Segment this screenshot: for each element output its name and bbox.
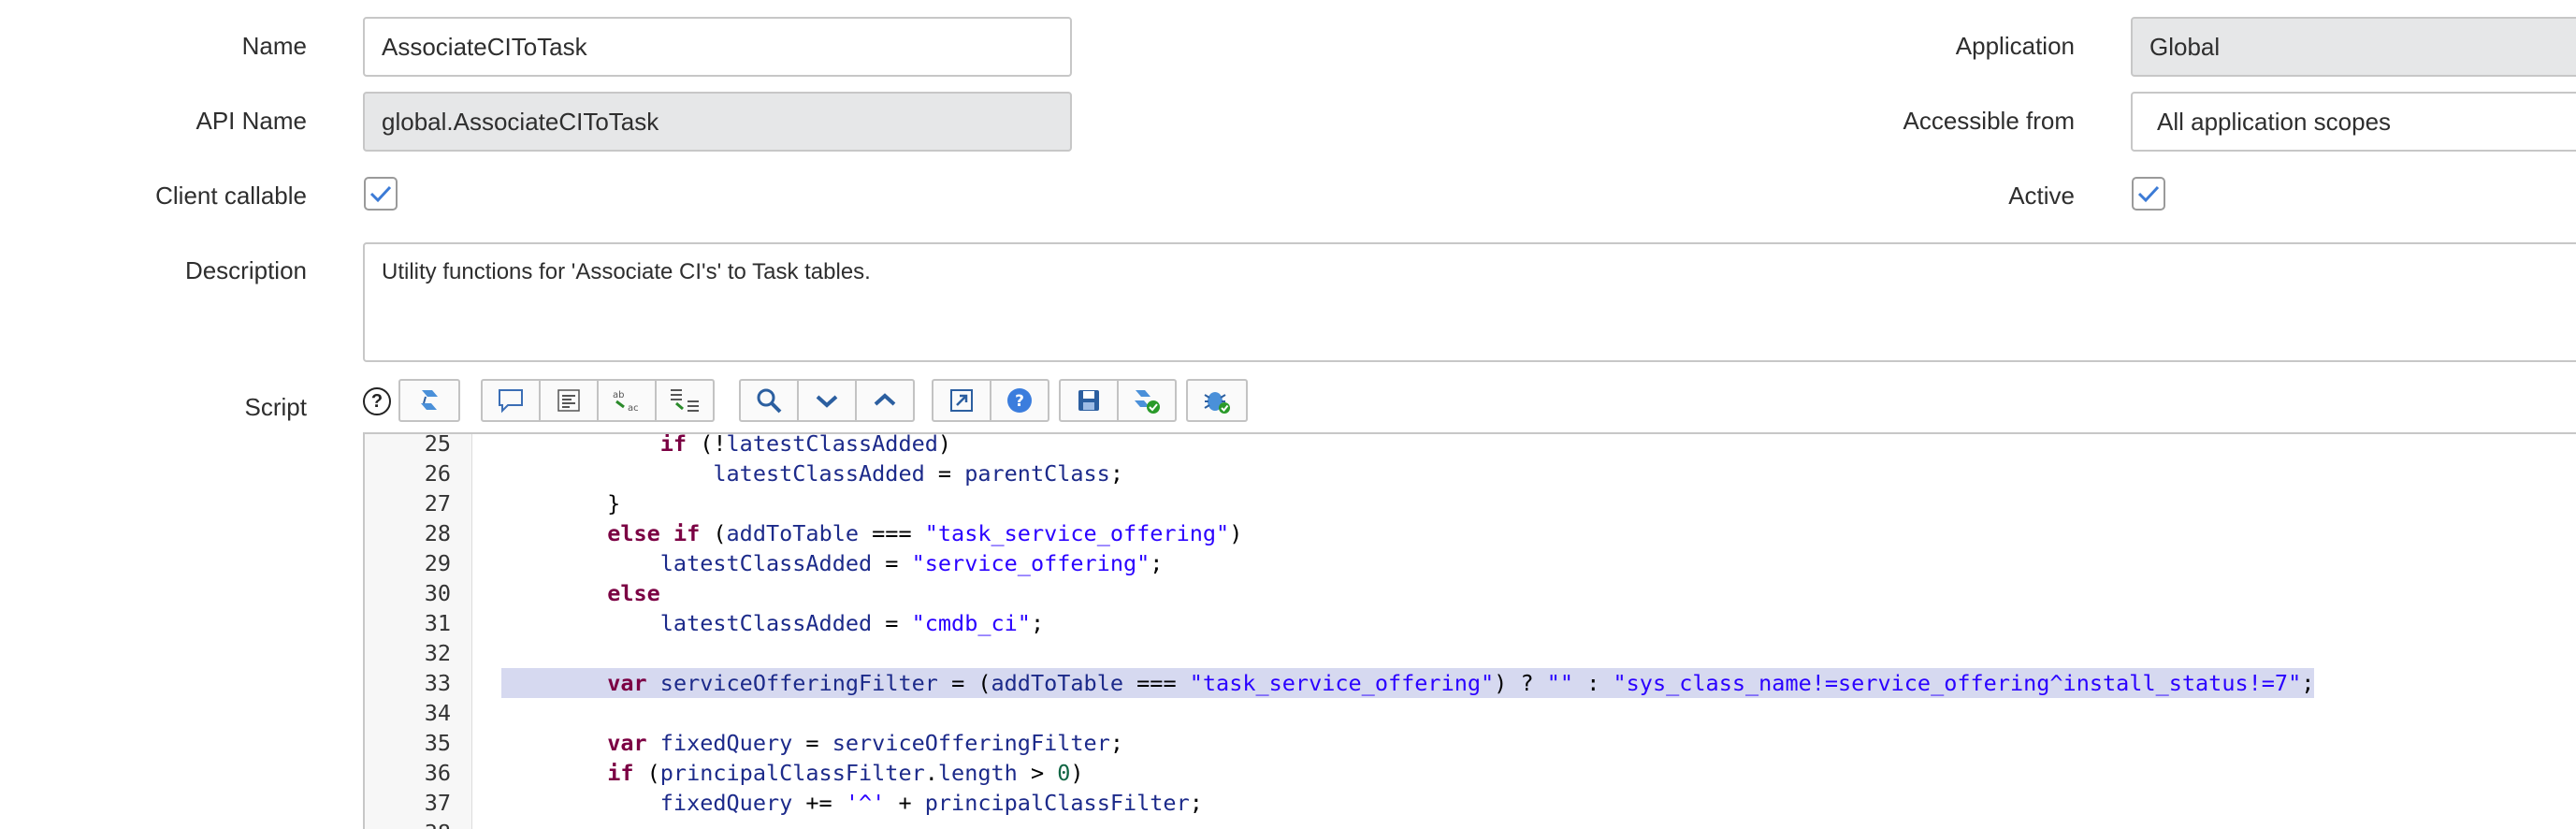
code-line: 29 latestClassAdded = "service_offering"…: [365, 548, 2576, 578]
toggle-syntax-icon: [421, 390, 438, 410]
code-line: 25 if (!latestClassAdded): [365, 432, 2576, 458]
line-number: 33: [424, 670, 451, 696]
accessible-from-label: Accessible from: [1903, 107, 2076, 135]
search-icon: [757, 388, 782, 414]
chevron-down-icon: [816, 395, 838, 408]
save-button[interactable]: [1059, 379, 1119, 422]
line-number: 31: [424, 610, 451, 636]
code-text: latestClassAdded = parentClass;: [713, 460, 1123, 487]
code-line: 26 latestClassAdded = parentClass;: [365, 458, 2576, 488]
search-previous-button[interactable]: [855, 379, 915, 422]
code-text: }: [501, 490, 621, 516]
script-label: Script: [244, 393, 307, 421]
checkmark-icon: [2137, 185, 2160, 203]
code-text: if (!latestClassAdded): [659, 432, 952, 457]
code-lines: 25 if (!latestClassAdded) 26 latestClass…: [365, 432, 2576, 829]
line-number: 36: [424, 760, 451, 786]
code-line: 27 }: [365, 488, 2576, 518]
debug-button[interactable]: [1186, 379, 1248, 422]
line-number: 38: [365, 818, 451, 829]
code-text: fixedQuery += '^' + principalClassFilter…: [659, 790, 1203, 816]
code-line: 38: [365, 818, 2576, 829]
toolbar-group-search: [739, 379, 915, 422]
name-field[interactable]: AssociateCIToTask: [363, 17, 1072, 77]
help-circle-icon: ?: [1007, 388, 1032, 413]
code-text: else if (addToTable === "task_service_of…: [607, 520, 1243, 546]
line-number: 37: [424, 790, 451, 816]
format-button[interactable]: [539, 379, 599, 422]
active-checkbox[interactable]: [2132, 177, 2165, 211]
code-line: 30 else: [365, 578, 2576, 608]
client-callable-label: Client callable: [155, 182, 307, 210]
format-icon: [557, 389, 580, 412]
description-field-value: Utility functions for 'Associate CI's' t…: [382, 259, 871, 284]
code-line: 35 var fixedQuery = serviceOfferingFilte…: [365, 728, 2576, 758]
api-name-field-value: global.AssociateCIToTask: [382, 107, 659, 136]
svg-text:ab: ab: [613, 390, 624, 400]
line-number: 28: [424, 520, 451, 546]
line-number: 30: [424, 580, 451, 606]
svg-text:?: ?: [1015, 392, 1024, 411]
line-number: 25: [424, 432, 451, 457]
name-field-value: AssociateCIToTask: [382, 32, 587, 61]
line-number: 26: [424, 460, 451, 487]
toolbar-group-edit: ab ac: [481, 379, 715, 422]
description-label: Description: [184, 256, 307, 284]
code-text: var fixedQuery = serviceOfferingFilter;: [607, 730, 1124, 756]
replace-button[interactable]: ab ac: [597, 379, 657, 422]
active-label: Active: [2008, 182, 2075, 210]
save-icon: [1078, 390, 1099, 411]
toolbar-group-view: ?: [932, 379, 1049, 422]
name-label: Name: [241, 32, 307, 60]
search-next-button[interactable]: [797, 379, 857, 422]
code-text: latestClassAdded = "cmdb_ci";: [659, 610, 1045, 636]
code-line: 37 fixedQuery += '^' + principalClassFil…: [365, 788, 2576, 818]
api-name-label: API Name: [195, 107, 308, 135]
editor-help-button[interactable]: ?: [990, 379, 1049, 422]
client-callable-checkbox[interactable]: [364, 177, 398, 211]
code-line: 36 if (principalClassFilter.length > 0): [365, 758, 2576, 788]
toggle-syntax-button[interactable]: [398, 379, 460, 422]
replace-all-icon: [671, 389, 699, 412]
comment-button[interactable]: [481, 379, 541, 422]
toolbar-group-save: [1059, 379, 1177, 422]
code-line: 31 latestClassAdded = "cmdb_ci";: [365, 608, 2576, 638]
accessible-from-select[interactable]: All application scopes: [2131, 92, 2576, 152]
line-number: 34: [424, 700, 451, 726]
code-line: 34: [365, 698, 2576, 728]
fullscreen-button[interactable]: [932, 379, 991, 422]
description-field[interactable]: Utility functions for 'Associate CI's' t…: [363, 242, 2576, 362]
code-text: if (principalClassFilter.length > 0): [607, 760, 1084, 786]
script-check-icon: [1135, 390, 1160, 414]
replace-all-button[interactable]: [655, 379, 715, 422]
svg-text:ac: ac: [628, 403, 639, 414]
code-line: 32: [365, 638, 2576, 668]
script-check-button[interactable]: [1117, 379, 1177, 422]
api-name-field: global.AssociateCIToTask: [363, 92, 1072, 152]
debug-icon: [1204, 392, 1230, 414]
fullscreen-icon: [950, 389, 973, 412]
chevron-up-icon: [874, 393, 896, 406]
script-editor[interactable]: 25 if (!latestClassAdded) 26 latestClass…: [363, 432, 2576, 829]
code-line-highlighted: 33 var serviceOfferingFilter = (addToTab…: [365, 668, 2576, 698]
script-help-icon[interactable]: ?: [363, 387, 391, 415]
code-text: latestClassAdded = "service_offering";: [659, 550, 1164, 576]
code-line: 28 else if (addToTable === "task_service…: [365, 518, 2576, 548]
script-help-glyph: ?: [370, 390, 384, 412]
application-label: Application: [1955, 32, 2075, 60]
replace-icon: abac: [613, 390, 639, 414]
line-number: 32: [424, 640, 451, 666]
accessible-from-value: All application scopes: [2157, 107, 2392, 136]
application-field-value: Global: [2149, 32, 2221, 61]
code-text: else: [607, 580, 660, 606]
line-number: 29: [424, 550, 451, 576]
search-button[interactable]: [739, 379, 799, 422]
code-text-selected: var serviceOfferingFilter = (addToTable …: [501, 668, 2315, 698]
checkmark-icon: [369, 185, 392, 203]
comment-icon: [499, 389, 523, 414]
application-field: Global: [2131, 17, 2576, 77]
line-number: 35: [424, 730, 451, 756]
line-number: 27: [424, 490, 451, 516]
